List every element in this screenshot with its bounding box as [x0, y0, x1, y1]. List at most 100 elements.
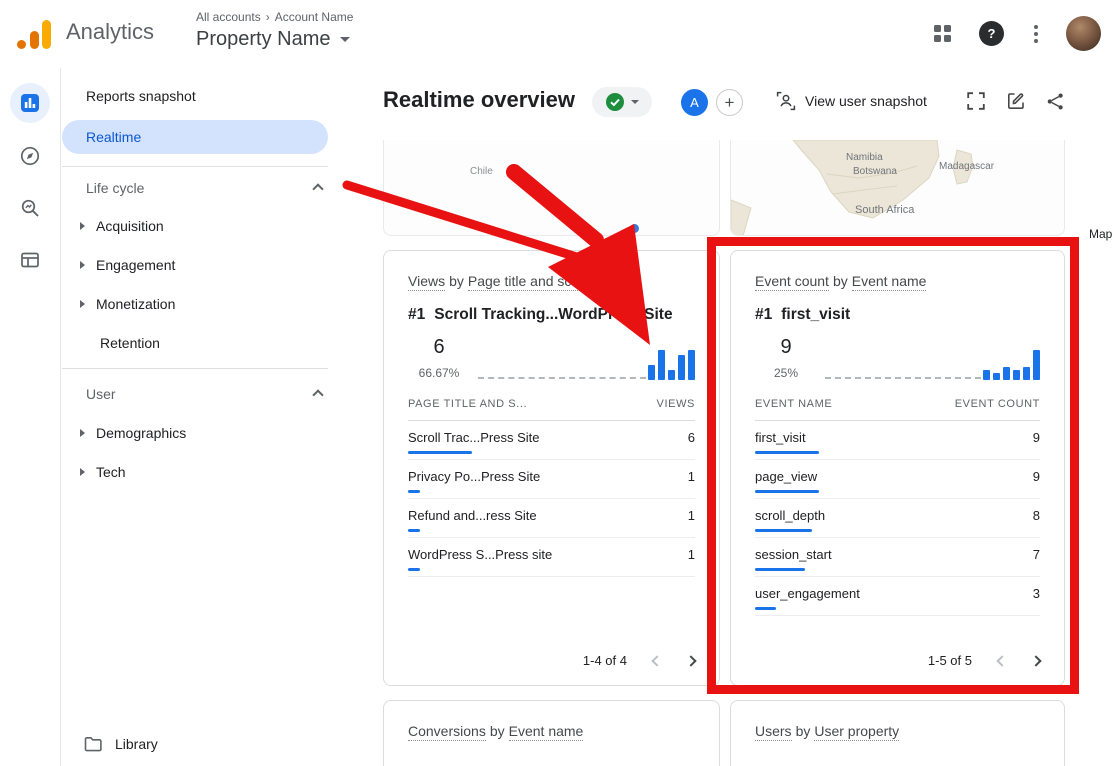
breadcrumb[interactable]: All accounts › Account Name — [196, 10, 353, 24]
column-dimension: EVENT NAME — [755, 398, 832, 410]
metric-term[interactable]: Conversions — [408, 723, 486, 741]
row-dimension: WordPress S...Press site — [408, 547, 552, 562]
nav-section-life-cycle[interactable]: Life cycle — [86, 180, 144, 196]
map-region-label: Chile — [470, 166, 493, 177]
fullscreen-button[interactable] — [967, 92, 985, 115]
nav-item-tech[interactable]: Tech — [80, 464, 126, 480]
grid-square — [944, 35, 951, 42]
top-entity: #1 Scroll Tracking...WordPress Site — [408, 306, 695, 324]
apps-grid-icon[interactable] — [934, 25, 951, 42]
title-connector: by — [833, 273, 848, 289]
metric-term[interactable]: Users — [755, 723, 792, 741]
title-connector: by — [796, 723, 811, 739]
pagination: 1-4 of 4 — [583, 653, 695, 668]
collapse-chevron-icon[interactable] — [312, 389, 323, 400]
nav-item-library[interactable]: Library — [84, 736, 158, 752]
sparkline-bars — [648, 350, 695, 380]
card-title: Event countbyEvent name — [755, 273, 1040, 289]
nav-item-label: Monetization — [96, 296, 175, 312]
nav-item-monetization[interactable]: Monetization — [80, 296, 175, 312]
rail-advertising-icon[interactable] — [10, 188, 50, 228]
magnifier-chart-icon — [19, 197, 41, 219]
user-snapshot-icon — [776, 91, 796, 111]
breadcrumb-account-name[interactable]: Account Name — [275, 10, 354, 24]
row-metric: 1 — [688, 508, 695, 523]
table-row: Privacy Po...Press Site 1 — [408, 460, 695, 499]
edit-pencil-icon — [1006, 91, 1026, 111]
table-row: first_visit 9 — [755, 421, 1040, 460]
nav-item-demographics[interactable]: Demographics — [80, 425, 186, 441]
metric-term[interactable]: Event count — [755, 273, 829, 291]
icon-rail — [0, 68, 61, 766]
ga4-realtime-page: Analytics All accounts › Account Name Pr… — [0, 0, 1116, 766]
rail-reports-icon[interactable] — [10, 83, 50, 123]
realtime-map-right[interactable]: Namibia Botswana Madagascar South Africa — [730, 140, 1065, 236]
nav-item-acquisition[interactable]: Acquisition — [80, 218, 164, 234]
dimension-term[interactable]: Page title and screen name — [468, 273, 638, 291]
comparison-chip[interactable]: A — [681, 89, 708, 116]
share-button[interactable] — [1046, 92, 1065, 116]
table-icon — [19, 249, 41, 271]
more-options-icon[interactable] — [1029, 22, 1043, 46]
row-value-bar — [755, 451, 819, 454]
row-value-bar — [408, 451, 472, 454]
column-metric: EVENT COUNT — [955, 398, 1040, 410]
customize-report-button[interactable] — [1006, 91, 1026, 116]
dimension-term[interactable]: Event name — [852, 273, 927, 291]
breadcrumb-all-accounts[interactable]: All accounts — [196, 10, 261, 24]
map-land-shapes — [731, 140, 1065, 236]
property-selector[interactable]: Property Name — [196, 28, 350, 51]
map-type-label[interactable]: Map — [1089, 227, 1112, 241]
collapse-chevron-icon[interactable] — [312, 183, 323, 194]
nav-item-realtime-selected[interactable]: Realtime — [62, 120, 328, 154]
row-dimension: first_visit — [755, 430, 806, 445]
divider — [62, 166, 328, 167]
views-by-page-title-card: ViewsbyPage title and screen name #1 Scr… — [383, 250, 720, 686]
prev-page-icon[interactable] — [996, 655, 1007, 666]
dimension-term[interactable]: User property — [814, 723, 899, 741]
help-icon[interactable]: ? — [979, 21, 1004, 46]
view-user-snapshot-button[interactable]: View user snapshot — [776, 91, 927, 111]
table-row: page_view 9 — [755, 460, 1040, 499]
row-metric: 6 — [688, 430, 695, 445]
row-metric: 1 — [688, 469, 695, 484]
property-name[interactable]: Property Name — [196, 28, 331, 51]
prev-page-icon[interactable] — [651, 655, 662, 666]
row-dimension: session_start — [755, 547, 832, 562]
nav-item-label: Engagement — [96, 257, 175, 273]
metric-term[interactable]: Views — [408, 273, 445, 291]
next-page-icon[interactable] — [1030, 655, 1041, 666]
sparkline-chart — [825, 342, 1040, 380]
row-value-bar — [755, 607, 776, 610]
app-title: Analytics — [66, 19, 154, 45]
add-comparison-button[interactable]: + — [716, 89, 743, 116]
user-avatar[interactable] — [1066, 16, 1101, 51]
nav-item-reports-snapshot[interactable]: Reports snapshot — [86, 88, 196, 104]
row-metric: 1 — [688, 547, 695, 562]
grid-square — [944, 25, 951, 32]
table-row: Refund and...ress Site 1 — [408, 499, 695, 538]
metric-row: 6 66.67% — [408, 336, 695, 380]
row-metric: 8 — [1033, 508, 1040, 523]
analytics-logo-icon[interactable] — [17, 19, 55, 49]
nav-item-engagement[interactable]: Engagement — [80, 257, 175, 273]
row-dimension: Scroll Trac...Press Site — [408, 430, 539, 445]
rail-configure-icon[interactable] — [10, 240, 50, 280]
realtime-status-dropdown[interactable] — [592, 87, 652, 117]
nav-section-user[interactable]: User — [86, 386, 116, 402]
divider — [62, 368, 328, 369]
rank-label: #1 — [408, 306, 425, 324]
row-metric: 7 — [1033, 547, 1040, 562]
row-dimension: scroll_depth — [755, 508, 825, 523]
next-page-icon[interactable] — [685, 655, 696, 666]
nav-item-retention[interactable]: Retention — [100, 335, 160, 351]
realtime-map-left[interactable]: Chile — [383, 140, 720, 236]
dimension-term[interactable]: Event name — [509, 723, 584, 741]
fullscreen-icon — [967, 92, 985, 110]
nav-item-label: Library — [115, 736, 158, 752]
map-region-label: Madagascar — [939, 161, 994, 172]
row-dimension: Privacy Po...Press Site — [408, 469, 540, 484]
row-metric: 9 — [1033, 430, 1040, 445]
logo-bar — [30, 31, 39, 49]
rail-explore-icon[interactable] — [10, 136, 50, 176]
